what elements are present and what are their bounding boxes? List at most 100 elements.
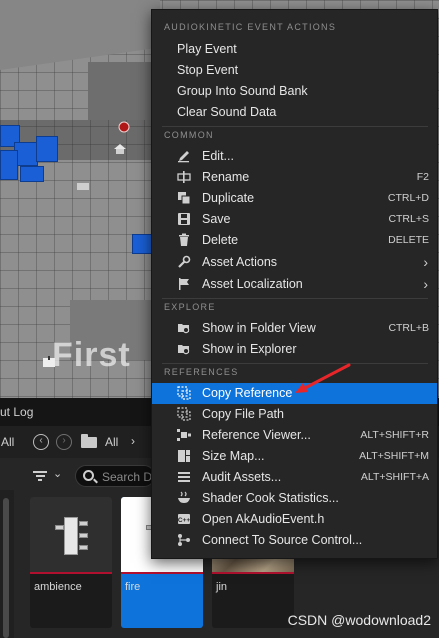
menu-item-label: Save (202, 212, 231, 226)
blue-cube[interactable] (132, 234, 152, 254)
menu-item-shader-cook-statistics[interactable]: Shader Cook Statistics... (152, 488, 437, 509)
menu-item-label: Copy Reference (202, 386, 293, 400)
asset-type-color-bar (121, 572, 203, 574)
csdn-watermark: CSDN @wodownload2 (287, 612, 431, 628)
scrollbar[interactable] (3, 498, 9, 638)
section-header-audiokinetic: AUDIOKINETIC EVENT ACTIONS (164, 22, 337, 32)
folder-search-icon (178, 345, 190, 355)
menu-item-group-into-sound-bank[interactable]: Group Into Sound Bank (152, 81, 437, 102)
actor-marker-icon[interactable] (117, 121, 131, 133)
menu-item-edit[interactable]: Edit... (152, 146, 437, 167)
menu-item-label: Open AkAudioEvent.h (202, 512, 325, 526)
menu-item-label: Stop Event (177, 63, 239, 77)
menu-item-shortcut: F2 (416, 171, 429, 183)
rename-icon (177, 171, 191, 183)
save-icon (178, 213, 190, 225)
menu-item-label: Reference Viewer... (202, 428, 311, 442)
menu-item-reference-viewer[interactable]: Reference Viewer... ALT+SHIFT+R (152, 425, 437, 446)
annotation-arrow-icon (295, 363, 351, 393)
asset-name: ambience (34, 581, 82, 593)
menu-item-audit-assets[interactable]: Audit Assets... ALT+SHIFT+A (152, 467, 437, 488)
menu-item-label: Group Into Sound Bank (177, 84, 308, 98)
search-icon (83, 470, 94, 481)
menu-item-label: Asset Actions (202, 255, 278, 269)
section-header-explore: EXPLORE (164, 302, 216, 312)
menu-item-show-in-folder-view[interactable]: Show in Folder View CTRL+B (152, 318, 437, 339)
menu-item-play-event[interactable]: Play Event (152, 39, 437, 60)
trash-icon (179, 233, 189, 246)
all-breadcrumb-1[interactable]: All (1, 435, 14, 449)
folder-search-icon (178, 324, 190, 334)
reference-viewer-icon (177, 429, 191, 441)
all-breadcrumb-2[interactable]: All (105, 435, 118, 449)
menu-item-copy-file-path[interactable]: Copy File Path (152, 404, 437, 425)
search-input[interactable] (102, 470, 154, 484)
svg-text:C++: C++ (178, 517, 190, 524)
flag-icon (179, 278, 189, 290)
menu-item-show-in-explorer[interactable]: Show in Explorer (152, 339, 437, 360)
folder-icon[interactable] (81, 434, 97, 448)
menu-item-asset-localization[interactable]: Asset Localization › (152, 274, 437, 295)
menu-item-shortcut: CTRL+D (387, 192, 429, 204)
shader-stats-icon (178, 491, 190, 503)
menu-separator (162, 298, 428, 299)
asset-name: jin (216, 581, 228, 593)
menu-item-label: Show in Explorer (202, 342, 297, 356)
blue-cube[interactable] (36, 136, 58, 162)
asset-thumbnail (30, 497, 112, 572)
menu-item-open-akaudioevent-h[interactable]: C++ Open AkAudioEvent.h (152, 509, 437, 530)
wrench-icon (178, 255, 191, 268)
menu-item-shortcut: CTRL+B (388, 322, 429, 334)
menu-separator (162, 126, 428, 127)
filter-icon[interactable] (33, 471, 47, 481)
menu-item-size-map[interactable]: Size Map... ALT+SHIFT+M (152, 446, 437, 467)
menu-item-shortcut: ALT+SHIFT+M (359, 450, 429, 462)
asset-tile-ambience[interactable]: ambience (30, 497, 112, 628)
blue-cube[interactable] (20, 166, 44, 182)
copy-reference-icon (177, 386, 191, 400)
menu-item-shortcut: ALT+SHIFT+R (360, 429, 429, 441)
wall-back (0, 0, 160, 70)
menu-item-shortcut: DELETE (388, 234, 429, 246)
pencil-icon (178, 151, 189, 163)
copy-path-icon (177, 407, 191, 421)
menu-item-save[interactable]: Save CTRL+S (152, 209, 437, 230)
breadcrumb-chevron-icon[interactable]: › (131, 434, 135, 448)
asset-context-menu: AUDIOKINETIC EVENT ACTIONS Play Event St… (151, 9, 438, 559)
output-log-tab[interactable]: ut Log (0, 405, 33, 419)
back-button[interactable]: ‹ (33, 434, 49, 450)
menu-item-duplicate[interactable]: Duplicate CTRL+D (152, 188, 437, 209)
asset-type-color-bar (212, 572, 294, 574)
filter-dropdown-icon[interactable]: ⌄ (53, 467, 62, 480)
menu-item-shortcut: ALT+SHIFT+A (360, 471, 429, 483)
menu-item-connect-to-source-control[interactable]: Connect To Source Control... (152, 530, 437, 551)
asset-name: fire (125, 581, 141, 593)
menu-item-shortcut: CTRL+S (388, 213, 429, 225)
search-box[interactable] (75, 465, 155, 487)
house-marker-icon[interactable] (113, 143, 127, 155)
menu-item-delete[interactable]: Delete DELETE (152, 230, 437, 251)
audio-marker-icon[interactable] (76, 180, 90, 192)
submenu-arrow-icon: › (423, 254, 428, 270)
menu-item-label: Asset Localization (202, 277, 303, 291)
duplicate-icon (178, 192, 191, 205)
viewport-text-first: First (52, 336, 131, 374)
menu-item-label: Delete (202, 233, 239, 247)
menu-item-label: Audit Assets... (202, 470, 282, 484)
cpp-file-icon: C++ (178, 514, 190, 524)
menu-item-asset-actions[interactable]: Asset Actions › (152, 252, 437, 273)
size-map-icon (178, 450, 190, 462)
menu-item-label: Duplicate (202, 191, 255, 205)
blue-cube[interactable] (0, 150, 18, 180)
section-header-common: COMMON (164, 130, 214, 140)
menu-item-label: Play Event (177, 42, 237, 56)
menu-item-clear-sound-data[interactable]: Clear Sound Data (152, 102, 437, 123)
submenu-arrow-icon: › (423, 276, 428, 292)
menu-item-label: Connect To Source Control... (202, 533, 363, 547)
wall-block (88, 62, 152, 120)
forward-button[interactable]: › (56, 434, 72, 450)
menu-item-label: Show in Folder View (202, 321, 316, 335)
menu-item-rename[interactable]: Rename F2 (152, 167, 437, 188)
menu-item-stop-event[interactable]: Stop Event (152, 60, 437, 81)
menu-item-label: Edit... (202, 149, 234, 163)
